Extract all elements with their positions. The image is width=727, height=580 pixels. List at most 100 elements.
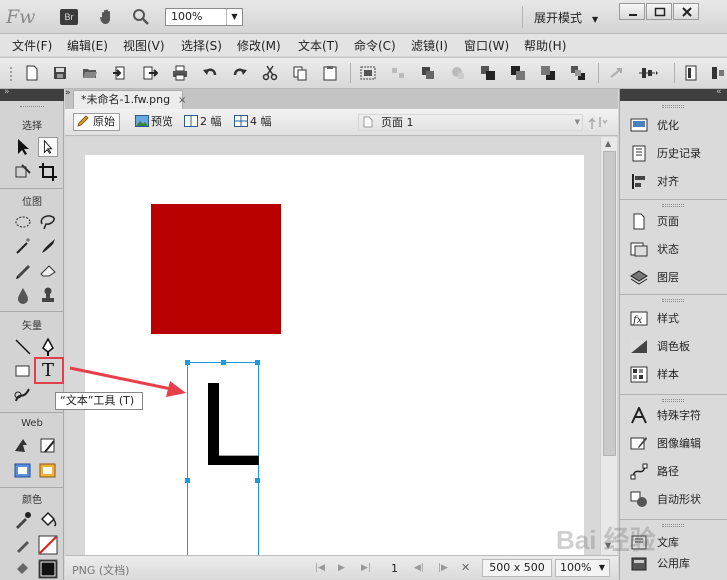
export-icon[interactable] — [142, 65, 158, 81]
panel-layers[interactable]: 图层 — [630, 267, 725, 289]
menu-modify[interactable]: 修改(M) — [237, 37, 281, 54]
split-icon[interactable] — [450, 65, 466, 81]
maximize-button[interactable] — [646, 3, 672, 20]
panel-image-editing[interactable]: 图像编辑 — [630, 433, 725, 455]
pencil-tool-icon[interactable] — [13, 260, 33, 280]
menu-filters[interactable]: 滤镜(I) — [411, 37, 448, 54]
menu-window[interactable]: 窗口(W) — [464, 37, 509, 54]
panel-auto-shapes[interactable]: 自动形状 — [630, 489, 725, 511]
vertical-scrollbar[interactable]: ▲ ▼ — [600, 137, 617, 555]
cut-icon[interactable] — [262, 65, 278, 81]
panel-pages[interactable]: 页面 — [630, 211, 725, 233]
panel-dock-header[interactable]: « — [620, 87, 727, 101]
pen-tool-icon[interactable] — [38, 337, 58, 357]
import-icon[interactable] — [112, 65, 128, 81]
slice-tool-icon[interactable] — [38, 436, 58, 456]
eraser-tool-icon[interactable] — [38, 260, 58, 280]
align-icon[interactable] — [638, 65, 660, 81]
rectangle-tool-icon[interactable] — [13, 361, 33, 381]
panel-grip[interactable] — [662, 524, 684, 527]
join-icon[interactable] — [420, 65, 436, 81]
rotate-icon[interactable] — [608, 65, 624, 81]
bridge-button[interactable]: Br — [60, 9, 78, 25]
previous-frame-icon[interactable]: ◀| — [414, 563, 424, 573]
stroke-color-icon[interactable] — [13, 535, 33, 555]
scale-tool-icon[interactable] — [13, 162, 33, 182]
panel-grip[interactable] — [662, 204, 684, 207]
page-options-icon[interactable] — [588, 115, 608, 131]
bring-to-front-icon[interactable] — [480, 65, 496, 81]
view-2up-button[interactable]: 2 幅 — [180, 113, 227, 131]
close-icon[interactable]: × — [178, 92, 186, 110]
fill-color-icon[interactable] — [13, 559, 33, 579]
paint-bucket-tool-icon[interactable] — [38, 510, 58, 530]
red-rectangle-shape[interactable] — [151, 204, 281, 334]
scrollbar-thumb[interactable] — [603, 151, 616, 456]
view-original-button[interactable]: 原始 — [73, 113, 120, 131]
document-tab[interactable]: *未命名-1.fw.png × — [73, 90, 186, 110]
zoom-select[interactable]: 100% ▼ — [165, 8, 243, 26]
page-select[interactable]: 页面 1 ▼ — [358, 114, 583, 131]
panel-align[interactable]: 对齐 — [630, 171, 725, 193]
minimize-button[interactable] — [619, 3, 645, 20]
menu-edit[interactable]: 编辑(E) — [67, 37, 108, 54]
panel-swatches[interactable]: 样本 — [630, 364, 725, 386]
panel-grip[interactable] — [662, 299, 684, 302]
menu-file[interactable]: 文件(F) — [12, 37, 52, 54]
fill-color-swatch[interactable] — [38, 559, 58, 579]
menu-help[interactable]: 帮助(H) — [524, 37, 566, 54]
save-icon[interactable] — [52, 65, 68, 81]
scroll-up-icon[interactable]: ▲ — [605, 139, 611, 148]
hide-slices-icon[interactable] — [13, 461, 33, 481]
collapse-icon[interactable]: » — [65, 88, 71, 98]
distribute-icon[interactable] — [710, 65, 726, 81]
page-setup-icon[interactable] — [684, 65, 700, 81]
status-zoom-select[interactable]: 100% ▼ — [555, 559, 610, 577]
blur-tool-icon[interactable] — [13, 285, 33, 305]
last-frame-icon[interactable]: ▶| — [361, 563, 371, 573]
group-icon[interactable] — [360, 65, 376, 81]
eyedropper-tool-icon[interactable] — [13, 510, 33, 530]
new-file-icon[interactable] — [24, 65, 40, 81]
play-icon[interactable]: ▶ — [338, 563, 345, 573]
panel-swatches-mixer[interactable]: 调色板 — [630, 336, 725, 358]
canvas-size[interactable]: 500 x 500 — [482, 559, 552, 577]
undo-icon[interactable] — [202, 65, 218, 81]
bring-forward-icon[interactable] — [510, 65, 526, 81]
first-frame-icon[interactable]: |◀ — [315, 563, 325, 573]
no-stroke-swatch[interactable] — [38, 535, 58, 555]
send-backward-icon[interactable] — [540, 65, 556, 81]
text-object[interactable]: L — [185, 360, 260, 555]
show-slices-icon[interactable] — [38, 461, 58, 481]
menu-commands[interactable]: 命令(C) — [354, 37, 396, 54]
close-icon[interactable]: ✕ — [461, 561, 470, 574]
subselection-tool-icon[interactable] — [38, 137, 58, 157]
lasso-tool-icon[interactable] — [38, 212, 58, 232]
menu-view[interactable]: 视图(V) — [123, 37, 165, 54]
panel-grip[interactable] — [662, 105, 684, 108]
view-4up-button[interactable]: 4 幅 — [230, 113, 277, 131]
workspace-switcher[interactable]: 展开模式 ▼ — [534, 9, 598, 26]
magic-wand-tool-icon[interactable] — [13, 236, 33, 256]
menu-text[interactable]: 文本(T) — [298, 37, 339, 54]
ungroup-icon[interactable] — [390, 65, 406, 81]
selection-handle[interactable] — [185, 478, 190, 483]
panel-grip[interactable] — [20, 106, 44, 108]
send-to-back-icon[interactable] — [570, 65, 586, 81]
line-tool-icon[interactable] — [13, 337, 33, 357]
rubber-stamp-tool-icon[interactable] — [38, 285, 58, 305]
redo-icon[interactable] — [232, 65, 248, 81]
panel-path[interactable]: 路径 — [630, 461, 725, 483]
close-button[interactable] — [673, 3, 699, 20]
panel-optimize[interactable]: 优化 — [630, 115, 725, 137]
zoom-icon[interactable] — [131, 7, 151, 27]
expand-icon[interactable]: » — [4, 87, 10, 97]
view-preview-button[interactable]: 预览 — [131, 113, 178, 131]
pointer-tool-icon[interactable] — [13, 137, 33, 157]
panel-grip[interactable] — [662, 399, 684, 402]
panel-states[interactable]: 状态 — [630, 239, 725, 261]
expand-icon[interactable]: « — [716, 87, 722, 97]
hand-icon[interactable] — [97, 7, 117, 27]
next-frame-icon[interactable]: |▶ — [438, 563, 448, 573]
hotspot-tool-icon[interactable] — [13, 436, 33, 456]
